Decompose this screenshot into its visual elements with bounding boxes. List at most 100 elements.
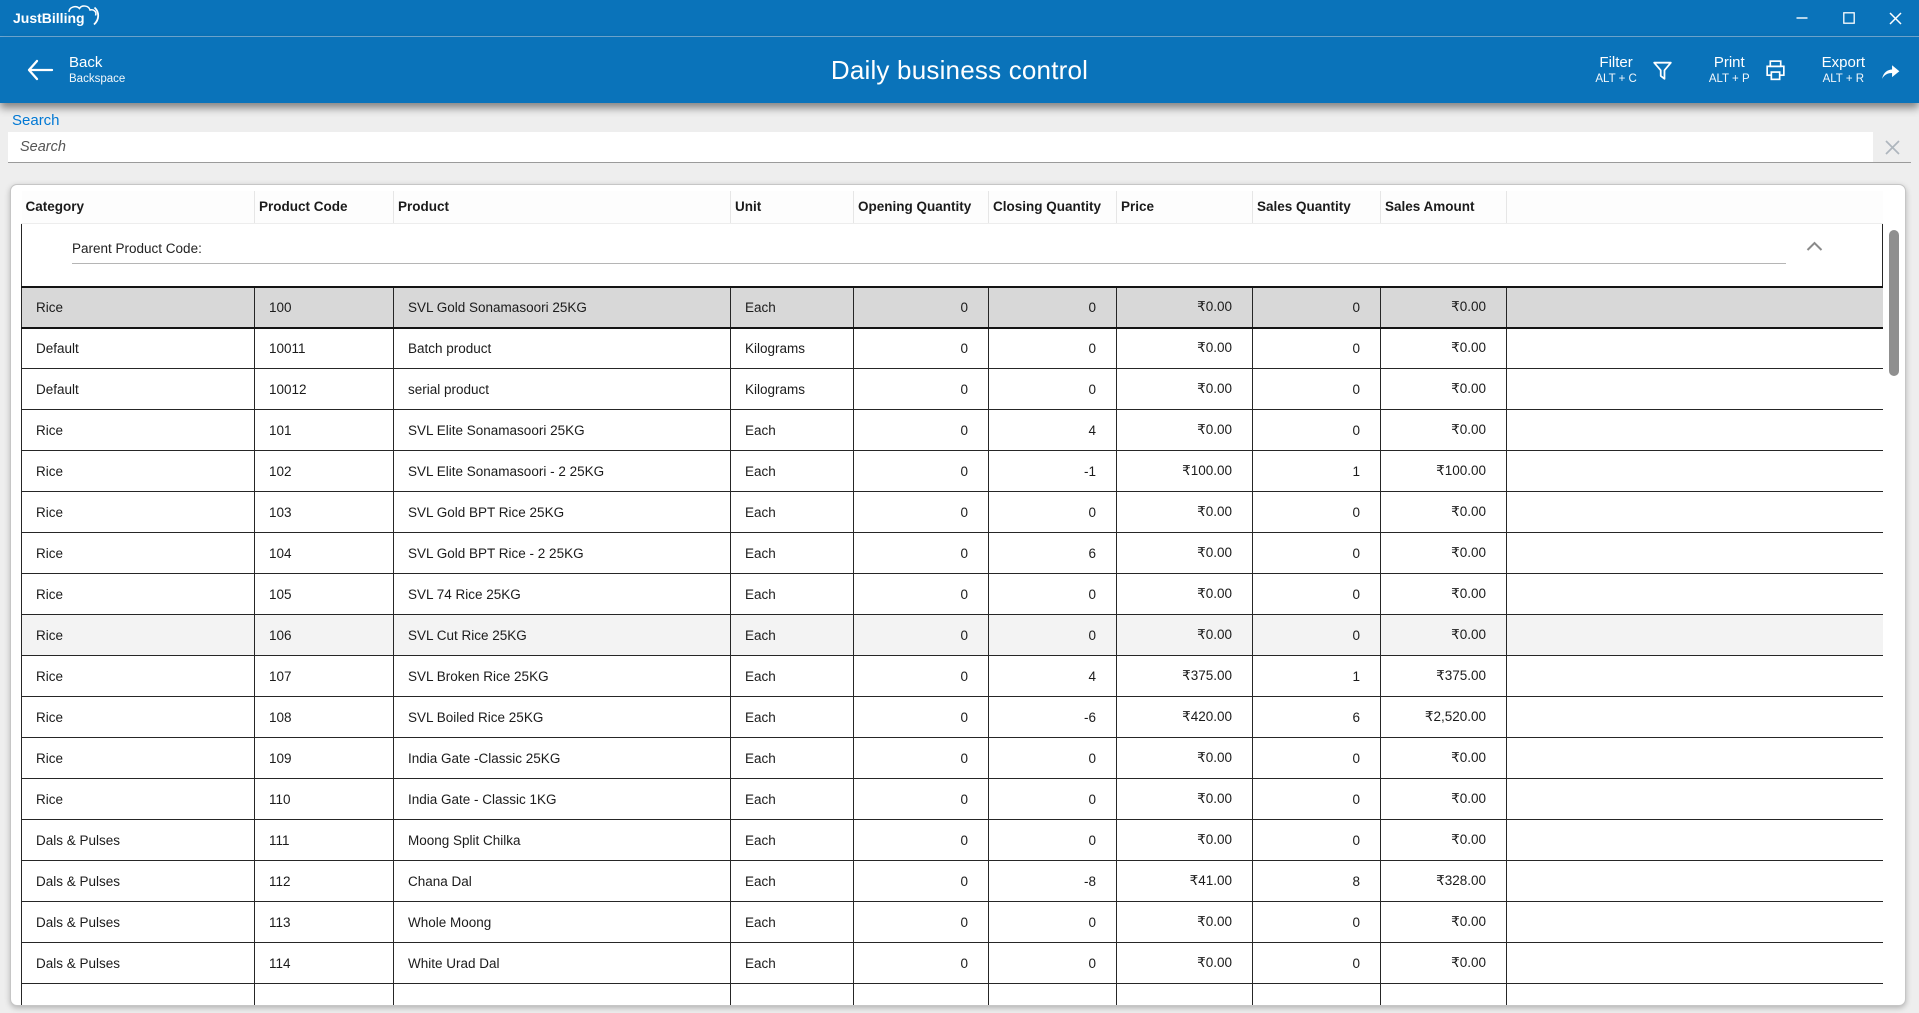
export-button[interactable]: Export ALT + R — [1822, 53, 1903, 87]
cell-price: ₹0.00 — [1117, 943, 1253, 984]
cell-category: Rice — [22, 656, 255, 697]
cell-category: Dals & Pulses — [22, 943, 255, 984]
cell-sales_quantity: 0 — [1253, 492, 1381, 533]
table-row[interactable]: Rice109India Gate -Classic 25KGEach00₹0.… — [22, 738, 1883, 779]
cell-product: Moong Split Chilka — [394, 820, 731, 861]
table-row[interactable]: Rice102SVL Elite Sonamasoori - 2 25KGEac… — [22, 451, 1883, 492]
maximize-button[interactable] — [1825, 0, 1872, 36]
table-row[interactable]: Default10012serial productKilograms00₹0.… — [22, 369, 1883, 410]
minimize-button[interactable] — [1778, 0, 1825, 36]
cell-price: ₹0.00 — [1117, 410, 1253, 451]
table-row[interactable]: Rice101SVL Elite Sonamasoori 25KGEach04₹… — [22, 410, 1883, 451]
cell-sales_amount: ₹0.00 — [1381, 492, 1507, 533]
cell-filler — [1507, 533, 1883, 574]
cell-filler — [1507, 574, 1883, 615]
collapse-group-button[interactable] — [1805, 240, 1824, 255]
table-row[interactable]: Rice106SVL Cut Rice 25KGEach00₹0.000₹0.0… — [22, 615, 1883, 656]
cell-price: ₹0.00 — [1117, 369, 1253, 410]
column-header-sales-amount[interactable]: Sales Amount — [1381, 191, 1507, 223]
command-actions: Filter ALT + C Print ALT + P Export ALT … — [1595, 53, 1919, 87]
back-text: Back Backspace — [69, 53, 125, 87]
titlebar: JustBilling — [0, 0, 1919, 37]
column-header-closing-quantity[interactable]: Closing Quantity — [989, 191, 1117, 223]
column-header-price[interactable]: Price — [1117, 191, 1253, 223]
cell-closing_quantity: 4 — [989, 410, 1117, 451]
table-row[interactable]: Dals & Pulses114White Urad DalEach00₹0.0… — [22, 943, 1883, 984]
column-header-unit[interactable]: Unit — [731, 191, 854, 223]
table-row[interactable]: Rice110India Gate - Classic 1KGEach00₹0.… — [22, 779, 1883, 820]
filter-text: Filter ALT + C — [1595, 53, 1636, 87]
close-button[interactable] — [1872, 0, 1919, 36]
cell-sales_quantity: 0 — [1253, 738, 1381, 779]
cell-price: ₹0.00 — [1117, 615, 1253, 656]
column-header-filler — [1507, 191, 1883, 223]
cell-filler — [1507, 410, 1883, 451]
filter-button[interactable]: Filter ALT + C — [1595, 53, 1674, 87]
cell-sales_quantity: 8 — [1253, 861, 1381, 902]
table-row[interactable]: Dals & Pulses111Moong Split ChilkaEach00… — [22, 820, 1883, 861]
table-row[interactable]: Rice103SVL Gold BPT Rice 25KGEach00₹0.00… — [22, 492, 1883, 533]
column-header-category[interactable]: Category — [22, 191, 255, 223]
cell-category: Rice — [22, 779, 255, 820]
column-header-opening-quantity[interactable]: Opening Quantity — [854, 191, 989, 223]
cell-sales_amount: ₹0.00 — [1381, 615, 1507, 656]
cell-category: Rice — [22, 738, 255, 779]
cell-unit: Kilograms — [731, 328, 854, 369]
cell-product: SVL 74 Rice 25KG — [394, 574, 731, 615]
table-row[interactable]: Rice107SVL Broken Rice 25KGEach04₹375.00… — [22, 656, 1883, 697]
cell-filler — [1507, 902, 1883, 943]
table-row[interactable]: Default10011Batch productKilograms00₹0.0… — [22, 328, 1883, 369]
cell-sales_quantity: 0 — [1253, 328, 1381, 369]
command-bar: Back Backspace Daily business control Fi… — [0, 37, 1919, 103]
table-row-partial[interactable] — [22, 984, 1883, 1006]
table-row[interactable]: Rice100SVL Gold Sonamasoori 25KGEach00₹0… — [22, 287, 1883, 328]
cell-product: SVL Gold BPT Rice 25KG — [394, 492, 731, 533]
table-header-row: CategoryProduct CodeProductUnitOpening Q… — [22, 191, 1883, 223]
cell-category: Rice — [22, 697, 255, 738]
column-header-sales-quantity[interactable]: Sales Quantity — [1253, 191, 1381, 223]
cell-sales_amount: ₹0.00 — [1381, 369, 1507, 410]
cell-unit: Each — [731, 656, 854, 697]
cell-unit: Each — [731, 902, 854, 943]
cell-price: ₹0.00 — [1117, 738, 1253, 779]
cell-empty — [854, 984, 989, 1006]
cell-empty — [731, 984, 854, 1006]
table-row[interactable]: Rice108SVL Boiled Rice 25KGEach0-6₹420.0… — [22, 697, 1883, 738]
justbilling-logo-icon: JustBilling — [8, 3, 132, 33]
search-input[interactable] — [8, 132, 1873, 162]
group-label: Parent Product Code: — [72, 241, 202, 256]
minimize-icon — [1796, 12, 1808, 24]
back-button[interactable]: Back Backspace — [26, 53, 125, 87]
print-label: Print — [1714, 53, 1745, 72]
cell-unit: Each — [731, 615, 854, 656]
clear-search-button[interactable] — [1873, 132, 1911, 162]
cell-closing_quantity: 0 — [989, 902, 1117, 943]
table-row[interactable]: Dals & Pulses113Whole MoongEach00₹0.000₹… — [22, 902, 1883, 943]
cell-category: Dals & Pulses — [22, 861, 255, 902]
cell-product: SVL Elite Sonamasoori - 2 25KG — [394, 451, 731, 492]
maximize-icon — [1843, 12, 1855, 24]
cell-closing_quantity: 0 — [989, 492, 1117, 533]
cell-filler — [1507, 861, 1883, 902]
cell-sales_quantity: 0 — [1253, 574, 1381, 615]
cell-category: Rice — [22, 287, 255, 328]
cell-unit: Each — [731, 410, 854, 451]
vertical-scrollbar-thumb[interactable] — [1889, 230, 1899, 376]
table-row[interactable]: Rice105SVL 74 Rice 25KGEach00₹0.000₹0.00 — [22, 574, 1883, 615]
cell-sales_quantity: 1 — [1253, 656, 1381, 697]
cell-empty — [989, 984, 1117, 1006]
cell-sales_amount: ₹0.00 — [1381, 328, 1507, 369]
cell-sales_quantity: 1 — [1253, 451, 1381, 492]
cell-price: ₹375.00 — [1117, 656, 1253, 697]
cell-unit: Each — [731, 820, 854, 861]
cell-category: Rice — [22, 410, 255, 451]
print-button[interactable]: Print ALT + P — [1709, 53, 1788, 87]
cell-opening_quantity: 0 — [854, 410, 989, 451]
column-header-product[interactable]: Product — [394, 191, 731, 223]
cell-sales_quantity: 0 — [1253, 820, 1381, 861]
group-underline — [72, 263, 1786, 264]
column-header-product-code[interactable]: Product Code — [255, 191, 394, 223]
table-row[interactable]: Rice104SVL Gold BPT Rice - 2 25KGEach06₹… — [22, 533, 1883, 574]
table-row[interactable]: Dals & Pulses112Chana DalEach0-8₹41.008₹… — [22, 861, 1883, 902]
print-icon — [1763, 58, 1788, 83]
